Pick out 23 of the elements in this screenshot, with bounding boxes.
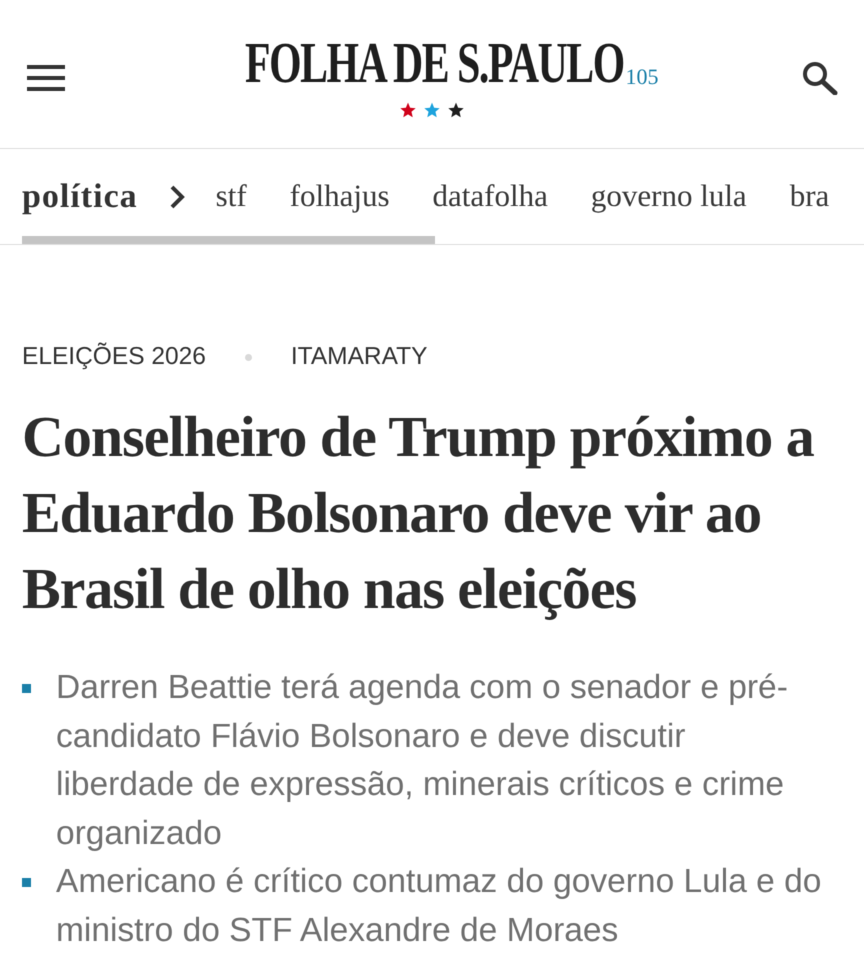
nav-link[interactable]: stf	[216, 173, 247, 220]
nav-link[interactable]: bra	[790, 173, 830, 220]
topic-tag[interactable]: ELEIÇÕES 2026	[22, 343, 206, 371]
logo[interactable]: FOLHA DE S.PAULO	[245, 34, 624, 92]
search-icon	[802, 61, 838, 95]
logo-number: 105	[626, 66, 659, 88]
nav-link[interactable]: governo lula	[590, 173, 747, 220]
chevron-right-icon	[168, 184, 186, 208]
nav-link[interactable]: folhajus	[290, 173, 390, 220]
bullet-icon	[22, 878, 31, 887]
section-link[interactable]: política	[22, 171, 138, 222]
summary-text: Americano é crítico contumaz do governo Lula e do ministro do STF Alexandre de Moraes	[56, 862, 822, 950]
star-icon	[400, 102, 416, 118]
menu-button[interactable]	[27, 65, 65, 91]
summary-text: Darren Beattie terá agenda com o senador e pré-candidato Flávio Bolsonaro e deve discutir liberdade de expressão, minerais críticos e crime organizado	[56, 668, 789, 854]
bullet-icon	[22, 684, 31, 693]
topic-tag[interactable]: ITAMARATY	[290, 343, 428, 371]
star-icon	[448, 102, 464, 118]
menu-icon	[27, 65, 65, 91]
headline: Conselheiro de Trump próximo a Eduardo Bolsonaro deve vir ao Brasil de olho nas eleições	[22, 403, 815, 623]
star-icon	[424, 102, 440, 118]
nav-link[interactable]: datafolha	[432, 173, 548, 220]
search-button[interactable]	[801, 60, 839, 96]
